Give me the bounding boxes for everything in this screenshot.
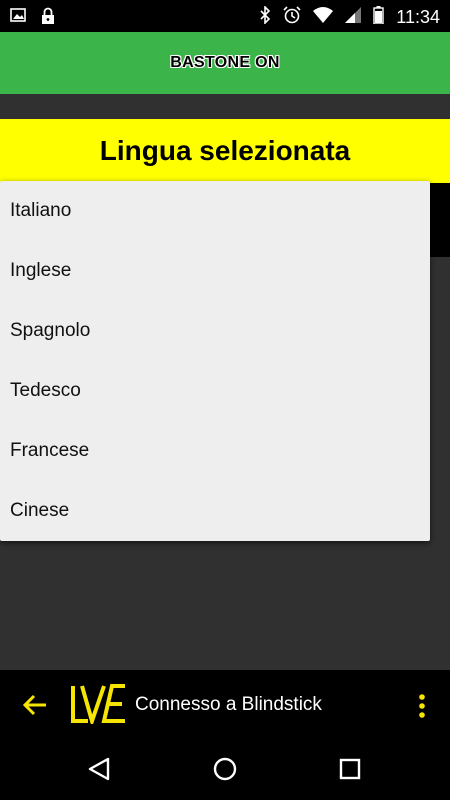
back-arrow-icon[interactable] bbox=[22, 692, 48, 723]
more-vert-icon[interactable] bbox=[417, 694, 427, 725]
lock-icon bbox=[40, 7, 56, 30]
lve-logo bbox=[70, 684, 128, 729]
connection-bar: Connesso a Blindstick bbox=[0, 670, 450, 742]
status-bar: 11:34 bbox=[0, 0, 450, 32]
language-option-cinese[interactable]: Cinese bbox=[0, 481, 430, 541]
language-option-tedesco[interactable]: Tedesco bbox=[0, 361, 430, 421]
language-option-francese[interactable]: Francese bbox=[0, 421, 430, 481]
system-nav-bar bbox=[0, 742, 450, 800]
selected-language-banner: Lingua selezionata bbox=[0, 119, 450, 183]
language-option-italiano[interactable]: Italiano bbox=[0, 181, 430, 241]
signal-icon bbox=[345, 7, 362, 28]
language-dropdown: Italiano Inglese Spagnolo Tedesco France… bbox=[0, 181, 430, 541]
clock: 11:34 bbox=[396, 7, 440, 27]
back-triangle-icon[interactable] bbox=[86, 756, 112, 787]
alarm-icon bbox=[283, 6, 301, 29]
banner-label: Lingua selezionata bbox=[99, 135, 351, 166]
battery-icon bbox=[373, 6, 384, 29]
app-title: BASTONE ON bbox=[170, 54, 280, 71]
language-option-spagnolo[interactable]: Spagnolo bbox=[0, 301, 430, 361]
home-circle-icon[interactable] bbox=[212, 756, 238, 787]
connection-status: Connesso a Blindstick bbox=[135, 694, 322, 715]
image-icon bbox=[10, 7, 26, 30]
wifi-icon bbox=[313, 7, 334, 28]
app-bar: BASTONE ON bbox=[0, 32, 450, 94]
recents-square-icon[interactable] bbox=[337, 756, 363, 787]
language-option-inglese[interactable]: Inglese bbox=[0, 241, 430, 301]
bluetooth-icon bbox=[259, 5, 271, 29]
